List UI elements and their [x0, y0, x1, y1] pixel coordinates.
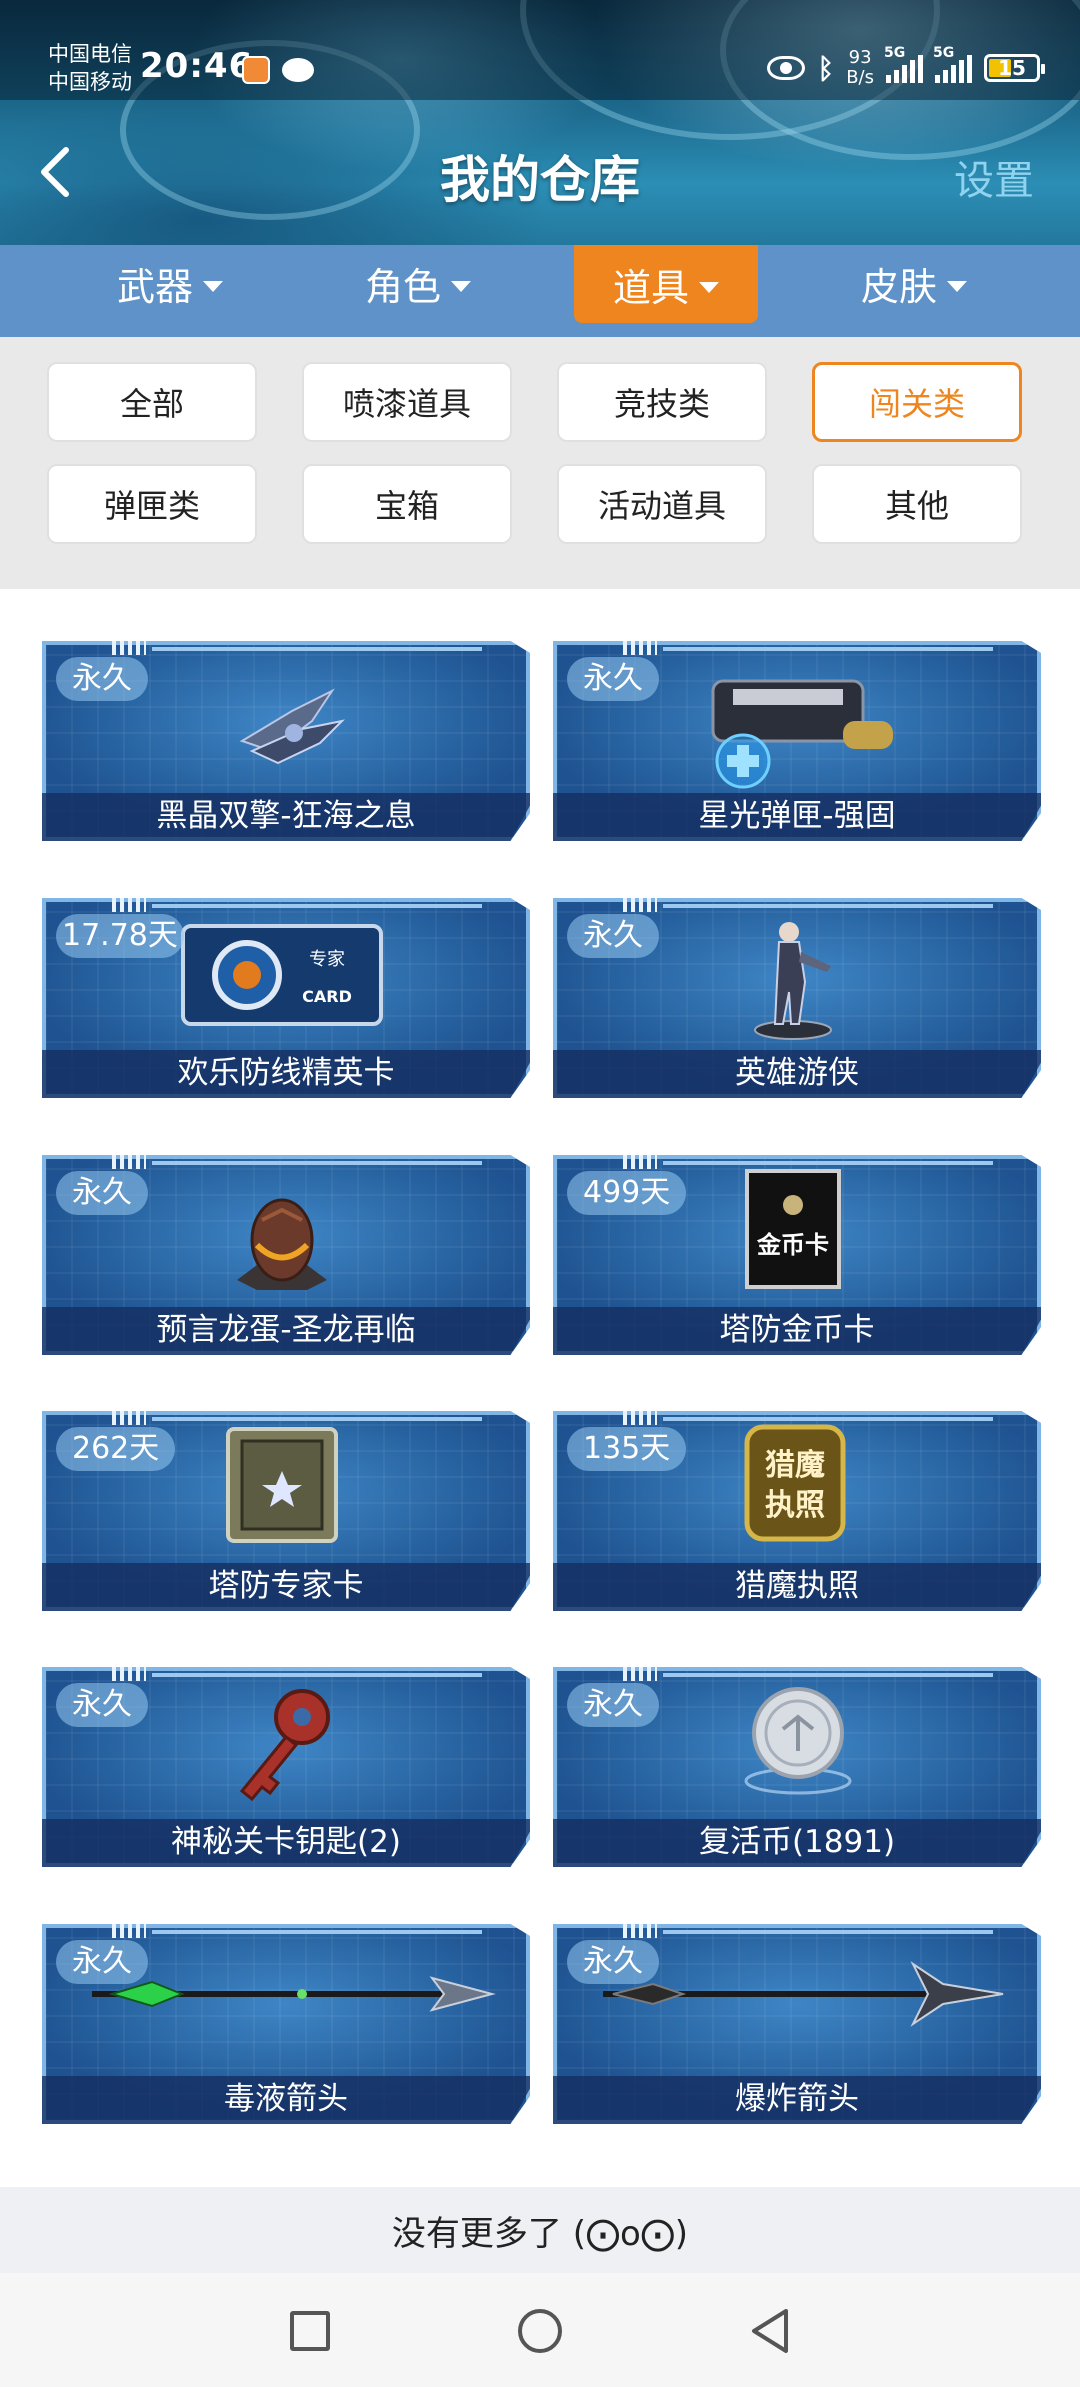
item-card[interactable]: 永久 星光弹匣-强固	[553, 641, 1041, 841]
item-card[interactable]: 猎魔 执照 135天 猎魔执照	[553, 1411, 1041, 1611]
system-nav-bar	[0, 2273, 1080, 2387]
caret-down-icon	[203, 280, 223, 292]
filter-magazine[interactable]: 弹匣类	[47, 464, 257, 544]
item-card[interactable]: 金币卡 499天 塔防金币卡	[553, 1155, 1041, 1355]
hero-figure-icon	[754, 922, 832, 1040]
expert-card-icon: 专家 CARD	[181, 924, 383, 1026]
svg-text:猎魔: 猎魔	[765, 1448, 825, 1483]
item-name: 塔防专家卡	[208, 1568, 364, 1604]
duration-badge: 永久	[56, 1171, 148, 1215]
duration-badge: 永久	[56, 657, 148, 701]
dual-blade-icon	[239, 688, 346, 765]
duration-badge: 永久	[567, 1683, 659, 1727]
page-title: 我的仓库	[440, 151, 640, 209]
key-icon	[239, 1689, 330, 1802]
carrier-info: 中国电信 中国移动	[48, 40, 132, 96]
item-name: 欢乐防线精英卡	[177, 1055, 395, 1091]
tab-skins[interactable]: 皮肤	[822, 245, 1006, 321]
filter-stage[interactable]: 闯关类	[812, 362, 1022, 442]
filter-spray[interactable]: 喷漆道具	[302, 362, 512, 442]
carrier-1: 中国电信	[48, 42, 132, 66]
item-name: 英雄游侠	[735, 1055, 859, 1091]
item-card[interactable]: 262天 塔防专家卡	[42, 1411, 530, 1611]
eye-comfort-icon	[767, 56, 806, 80]
svg-text:执照: 执照	[765, 1488, 825, 1523]
filter-chest[interactable]: 宝箱	[302, 464, 512, 544]
item-name: 塔防金币卡	[719, 1312, 875, 1348]
item-name: 神秘关卡钥匙(2)	[171, 1824, 401, 1860]
item-name: 猎魔执照	[735, 1568, 859, 1604]
duration-badge: 262天	[56, 1427, 176, 1471]
duration-badge: 永久	[56, 1940, 148, 1984]
duration-badge: 17.78天	[56, 914, 184, 958]
duration-badge: 135天	[567, 1427, 687, 1471]
item-name: 预言龙蛋-圣龙再临	[156, 1312, 416, 1348]
duration-badge: 永久	[567, 914, 659, 958]
item-name: 星光弹匣-强固	[698, 798, 896, 834]
revive-coin-icon	[744, 1687, 852, 1795]
status-bar: 中国电信 中国移动 20:46 ᛒ 93 B/s 5G 5G 15	[0, 0, 1080, 100]
duration-badge: 永久	[56, 1683, 148, 1727]
duration-badge: 永久	[567, 1940, 659, 1984]
battery-icon: 15	[984, 54, 1045, 82]
item-card[interactable]: 永久 复活币(1891)	[553, 1667, 1041, 1867]
tab-characters[interactable]: 角色	[326, 245, 510, 321]
hunter-license-icon: 猎魔 执照	[744, 1424, 846, 1542]
tab-items[interactable]: 道具	[574, 245, 758, 323]
item-card[interactable]: 专家 CARD 17.78天 欢乐防线精英卡	[42, 898, 530, 1098]
expert-crate-icon	[226, 1427, 338, 1543]
signal-icon-1: 5G	[884, 45, 923, 83]
svg-text:金币卡: 金币卡	[756, 1231, 829, 1259]
filter-panel: 全部 喷漆道具 竞技类 闯关类 弹匣类 宝箱 活动道具 其他	[0, 337, 1080, 589]
item-card[interactable]: 永久 预言龙蛋-圣龙再临	[42, 1155, 530, 1355]
tab-weapons[interactable]: 武器	[78, 245, 262, 321]
dragon-egg-icon	[237, 1198, 327, 1290]
signal-icon-2: 5G	[933, 45, 972, 83]
item-card[interactable]: 永久 毒液箭头	[42, 1924, 530, 2124]
item-name: 毒液箭头	[224, 2081, 348, 2117]
item-name: 复活币(1891)	[698, 1824, 896, 1860]
item-card[interactable]: 永久 爆炸箭头	[553, 1924, 1041, 2124]
filter-competitive[interactable]: 竞技类	[557, 362, 767, 442]
filter-other[interactable]: 其他	[812, 464, 1022, 544]
caret-down-icon	[699, 281, 719, 293]
settings-button[interactable]: 设置	[954, 148, 1034, 206]
chat-bubble-icon	[282, 58, 314, 82]
filter-event[interactable]: 活动道具	[557, 464, 767, 544]
carrier-2: 中国移动	[48, 70, 132, 94]
svg-text:CARD: CARD	[302, 987, 352, 1006]
duration-badge: 499天	[567, 1171, 687, 1215]
battery-level: 15	[998, 56, 1026, 80]
svg-text:专家: 专家	[309, 949, 345, 970]
caret-down-icon	[451, 280, 471, 292]
item-card[interactable]: 永久 黑晶双擎-狂海之息	[42, 641, 530, 841]
item-name: 爆炸箭头	[735, 2081, 859, 2117]
status-indicators: ᛒ 93 B/s 5G 5G 15	[767, 45, 1045, 88]
gold-card-icon: 金币卡	[745, 1169, 841, 1289]
magazine-icon	[711, 679, 893, 789]
net-speed: 93 B/s	[846, 47, 874, 88]
item-card[interactable]: 永久 英雄游侠	[553, 898, 1041, 1098]
category-tab-bar: 武器 角色 道具 皮肤	[0, 245, 1080, 337]
recents-button[interactable]	[290, 2311, 330, 2351]
duration-badge: 永久	[567, 657, 659, 701]
end-of-list-message: 没有更多了 (⨀o⨀)	[0, 2187, 1080, 2273]
filter-all[interactable]: 全部	[47, 362, 257, 442]
back-button[interactable]	[748, 2305, 792, 2357]
app-notification-icon	[242, 56, 270, 84]
caret-down-icon	[947, 280, 967, 292]
clock: 20:46	[140, 46, 254, 86]
bluetooth-icon: ᛒ	[817, 51, 835, 85]
item-name: 黑晶双擎-狂海之息	[156, 798, 416, 834]
home-button[interactable]	[518, 2309, 562, 2353]
item-card[interactable]: 永久 神秘关卡钥匙(2)	[42, 1667, 530, 1867]
